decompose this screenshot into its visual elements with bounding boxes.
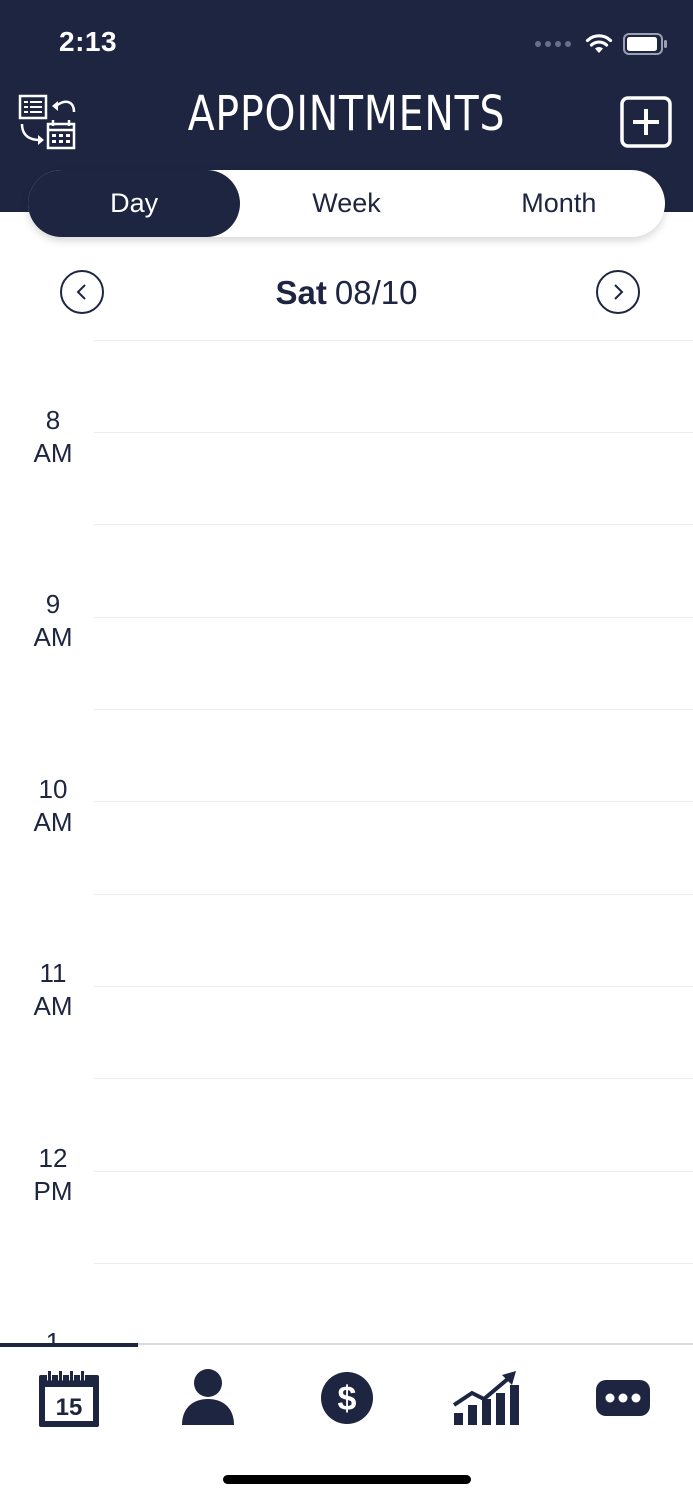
calendar-day-number: 15 bbox=[56, 1394, 83, 1421]
chevron-right-icon bbox=[614, 284, 624, 300]
tab-payments[interactable]: $ bbox=[302, 1359, 392, 1437]
tab-month[interactable]: Month bbox=[453, 170, 665, 237]
calendar-icon: 15 bbox=[39, 1369, 99, 1427]
status-time: 2:13 bbox=[59, 26, 118, 57]
tab-clients[interactable] bbox=[163, 1359, 253, 1437]
plus-square-icon bbox=[620, 96, 672, 148]
grid-line bbox=[94, 524, 693, 525]
hour-number: 8 bbox=[45, 405, 61, 435]
next-day-button[interactable] bbox=[596, 270, 640, 314]
active-tab-indicator bbox=[0, 1343, 138, 1347]
hour-label-9am: 9 AM bbox=[0, 588, 106, 654]
day-schedule-grid[interactable]: 8 AM 9 AM 10 AM 11 AM 12 PM 1 PM bbox=[0, 320, 693, 1344]
tab-appointments[interactable]: 15 bbox=[24, 1359, 114, 1437]
hour-label-11am: 11 AM bbox=[0, 957, 106, 1023]
tab-reports[interactable] bbox=[440, 1359, 530, 1437]
hour-number: 11 bbox=[39, 958, 67, 988]
current-day-name: Sat bbox=[275, 274, 327, 311]
page-title: APPOINTMENTS bbox=[187, 86, 506, 142]
hour-number: 10 bbox=[38, 774, 68, 804]
wifi-icon bbox=[585, 34, 613, 53]
hour-number: 9 bbox=[45, 589, 61, 619]
grid-line bbox=[94, 1171, 693, 1172]
tab-day[interactable]: Day bbox=[28, 170, 241, 237]
status-icons bbox=[535, 30, 669, 58]
add-appointment-button[interactable] bbox=[620, 96, 672, 148]
dollar-icon: $ bbox=[321, 1372, 373, 1424]
home-indicator bbox=[223, 1475, 471, 1484]
more-icon bbox=[596, 1380, 650, 1416]
grid-line bbox=[94, 986, 693, 987]
grid-line bbox=[94, 432, 693, 433]
hour-label-10am: 10 AM bbox=[0, 773, 106, 839]
hour-period: AM bbox=[33, 438, 73, 468]
tab-more[interactable] bbox=[578, 1359, 668, 1437]
svg-text:$: $ bbox=[338, 1380, 357, 1418]
hour-period: AM bbox=[33, 622, 73, 652]
hour-period: AM bbox=[33, 991, 73, 1021]
current-date-value: 08/10 bbox=[334, 274, 418, 311]
hour-number: 1 bbox=[45, 1327, 61, 1344]
grid-line bbox=[94, 894, 693, 895]
hour-period: AM bbox=[33, 807, 73, 837]
current-date: Sat 08/10 bbox=[0, 274, 693, 312]
hour-number: 12 bbox=[38, 1143, 68, 1173]
grid-line bbox=[94, 1263, 693, 1264]
hour-label-8am: 8 AM bbox=[0, 404, 106, 470]
view-switcher: Day Week Month bbox=[28, 170, 665, 237]
date-navigation: Sat 08/10 bbox=[0, 266, 693, 322]
grid-line bbox=[94, 801, 693, 802]
hour-period: PM bbox=[33, 1176, 73, 1206]
grid-line bbox=[94, 617, 693, 618]
chart-icon bbox=[452, 1371, 519, 1425]
person-icon bbox=[182, 1369, 234, 1425]
grid-line bbox=[94, 340, 693, 341]
tab-week[interactable]: Week bbox=[240, 170, 452, 237]
grid-line bbox=[94, 709, 693, 710]
signal-icon bbox=[535, 41, 571, 47]
hour-label-1pm: 1 PM bbox=[0, 1326, 106, 1344]
grid-line bbox=[94, 1078, 693, 1079]
battery-icon bbox=[623, 33, 667, 55]
hour-label-12pm: 12 PM bbox=[0, 1142, 106, 1208]
